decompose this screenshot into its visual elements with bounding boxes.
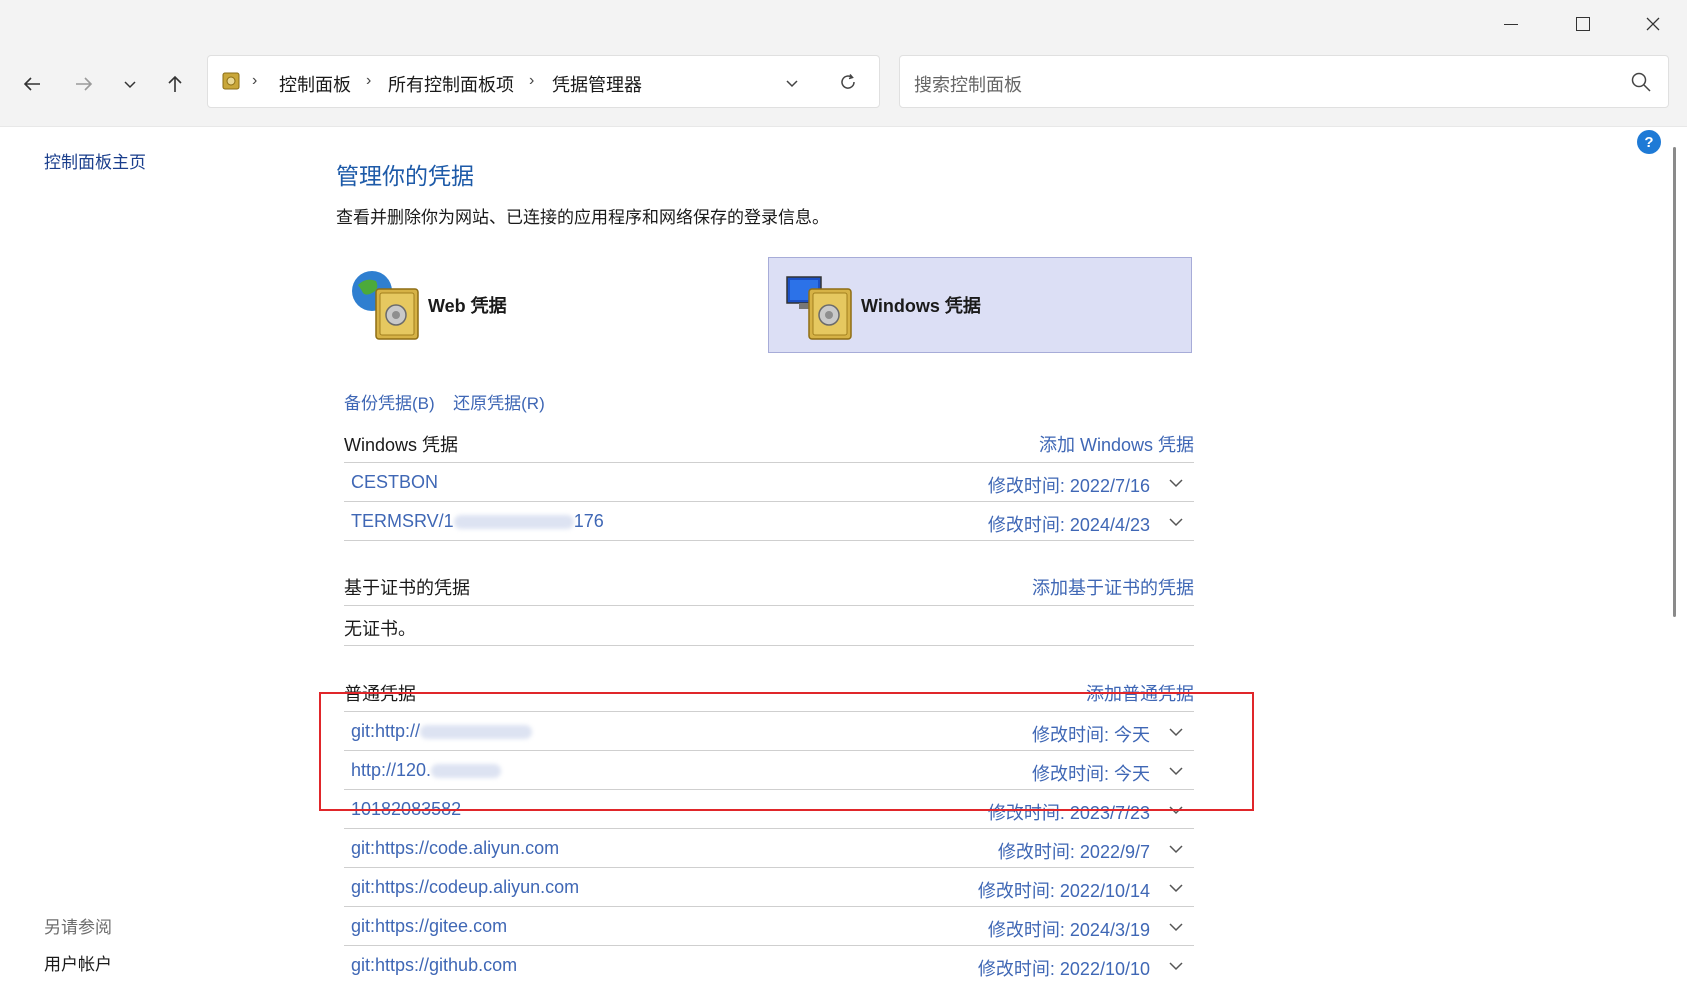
credential-manager-window: › 控制面板 › 所有控制面板项 › 凭据管理器 搜索控制面板 控制面板主页 另… (0, 0, 1687, 1004)
search-input[interactable]: 搜索控制面板 (914, 71, 1022, 97)
breadcrumb-all-items[interactable]: 所有控制面板项 (388, 71, 514, 97)
chevron-down-icon[interactable] (1166, 512, 1186, 532)
credential-row[interactable]: git:https://github.com 修改时间: 2022/10/10 (344, 946, 1194, 985)
credential-row[interactable]: CESTBON 修改时间: 2022/7/16 (344, 463, 1194, 502)
search-box[interactable]: 搜索控制面板 (899, 55, 1669, 108)
close-button[interactable] (1626, 6, 1680, 42)
see-also-heading: 另请参阅 (44, 918, 112, 937)
up-button[interactable] (155, 64, 195, 104)
credential-modified: 修改时间: 2022/7/16 (987, 476, 1150, 496)
forward-arrow-icon (76, 77, 93, 91)
credential-name-suffix: 176 (573, 511, 604, 531)
recent-locations-button[interactable] (110, 64, 150, 104)
credential-modified: 修改时间: 2022/10/14 (977, 881, 1150, 901)
tab-web-credentials-label: Web 凭据 (428, 296, 507, 316)
forward-button[interactable] (64, 64, 104, 104)
windows-credentials-section: Windows 凭据 添加 Windows 凭据 CESTBON 修改时间: 2… (344, 423, 1194, 541)
highlight-annotation-box (319, 692, 1254, 811)
tab-web-credentials[interactable]: Web 凭据 (350, 257, 750, 353)
breadcrumb-control-panel[interactable]: 控制面板 (279, 71, 351, 97)
credential-name[interactable]: git:https://gitee.com (351, 916, 507, 937)
page-subtitle: 查看并删除你为网站、已连接的应用程序和网络保存的登录信息。 (336, 208, 829, 227)
credential-row[interactable]: TERMSRV/1 176 修改时间: 2024/4/23 (344, 502, 1194, 541)
refresh-icon[interactable] (838, 72, 858, 92)
credential-name[interactable]: CESTBON (351, 472, 438, 493)
up-arrow-icon (168, 75, 182, 92)
breadcrumb-separator: › (529, 72, 535, 89)
add-windows-credential-link[interactable]: 添加 Windows 凭据 (1039, 431, 1194, 457)
breadcrumb-separator: › (252, 72, 258, 89)
credential-name[interactable]: TERMSRV/1 176 (351, 511, 604, 532)
web-credentials-icon (352, 271, 419, 340)
windows-credentials-icon (786, 276, 852, 340)
add-certificate-credential-link[interactable]: 添加基于证书的凭据 (1032, 574, 1194, 600)
credential-name-text: CESTBON (351, 472, 439, 492)
back-arrow-icon (23, 77, 40, 91)
maximize-icon (1576, 17, 1590, 31)
backup-credentials-link[interactable]: 备份凭据(B) (344, 394, 435, 413)
credential-modified: 修改时间: 2024/3/19 (987, 920, 1150, 940)
section-title: Windows 凭据 (344, 435, 459, 455)
credential-name[interactable]: git:https://code.aliyun.com (351, 838, 559, 859)
credential-name-text: TERMSRV/1 (351, 511, 454, 531)
empty-message-row: 无证书。 (344, 606, 1194, 646)
content-area: 控制面板主页 另请参阅 用户帐户 ? 管理你的凭据 查看并删除你为网站、已连接的… (0, 126, 1687, 1004)
section-title: 基于证书的凭据 (344, 578, 470, 598)
credential-row[interactable]: git:https://gitee.com 修改时间: 2024/3/19 (344, 907, 1194, 946)
search-icon[interactable] (1630, 71, 1652, 93)
credential-modified: 修改时间: 2024/4/23 (987, 515, 1150, 535)
user-accounts-link[interactable]: 用户帐户 (44, 950, 112, 975)
credential-modified: 修改时间: 2022/10/10 (977, 959, 1150, 979)
chevron-down-icon[interactable] (1166, 473, 1186, 493)
minimize-button[interactable] (1484, 6, 1538, 42)
page-title: 管理你的凭据 (336, 163, 474, 189)
restore-credentials-link[interactable]: 还原凭据(R) (453, 394, 545, 413)
credential-row[interactable]: git:https://codeup.aliyun.com 修改时间: 2022… (344, 868, 1194, 907)
chevron-down-icon[interactable] (1166, 956, 1186, 976)
empty-message: 无证书。 (344, 619, 416, 639)
chevron-down-icon (124, 81, 136, 89)
maximize-button[interactable] (1556, 6, 1610, 42)
tab-windows-credentials-label: Windows 凭据 (861, 296, 981, 316)
section-header: 基于证书的凭据 添加基于证书的凭据 (344, 566, 1194, 606)
credential-name[interactable]: git:https://codeup.aliyun.com (351, 877, 579, 898)
chevron-down-icon[interactable] (1166, 917, 1186, 937)
address-dropdown-icon[interactable] (784, 75, 800, 91)
section-header: Windows 凭据 添加 Windows 凭据 (344, 423, 1194, 463)
help-icon[interactable]: ? (1637, 130, 1661, 154)
close-icon (1646, 17, 1660, 31)
certificate-credentials-section: 基于证书的凭据 添加基于证书的凭据 无证书。 (344, 566, 1194, 646)
scrollbar[interactable] (1673, 147, 1676, 617)
breadcrumb-credential-manager[interactable]: 凭据管理器 (552, 71, 642, 97)
control-panel-home-link[interactable]: 控制面板主页 (44, 148, 146, 173)
address-bar[interactable]: › 控制面板 › 所有控制面板项 › 凭据管理器 (207, 55, 880, 108)
back-button[interactable] (12, 64, 52, 104)
credential-row[interactable]: git:https://code.aliyun.com 修改时间: 2022/9… (344, 829, 1194, 868)
backup-restore-links: 备份凭据(B) 还原凭据(R) (344, 389, 559, 414)
chevron-down-icon[interactable] (1166, 839, 1186, 859)
credential-name[interactable]: git:https://github.com (351, 955, 517, 976)
breadcrumb-separator: › (366, 72, 372, 89)
chevron-down-icon[interactable] (1166, 878, 1186, 898)
redacted-text (453, 515, 574, 530)
minimize-icon (1504, 23, 1518, 25)
credential-modified: 修改时间: 2022/9/7 (997, 842, 1150, 862)
control-panel-icon (222, 72, 240, 90)
tab-windows-credentials[interactable]: Windows 凭据 (768, 257, 1192, 353)
title-bar (0, 0, 1687, 48)
